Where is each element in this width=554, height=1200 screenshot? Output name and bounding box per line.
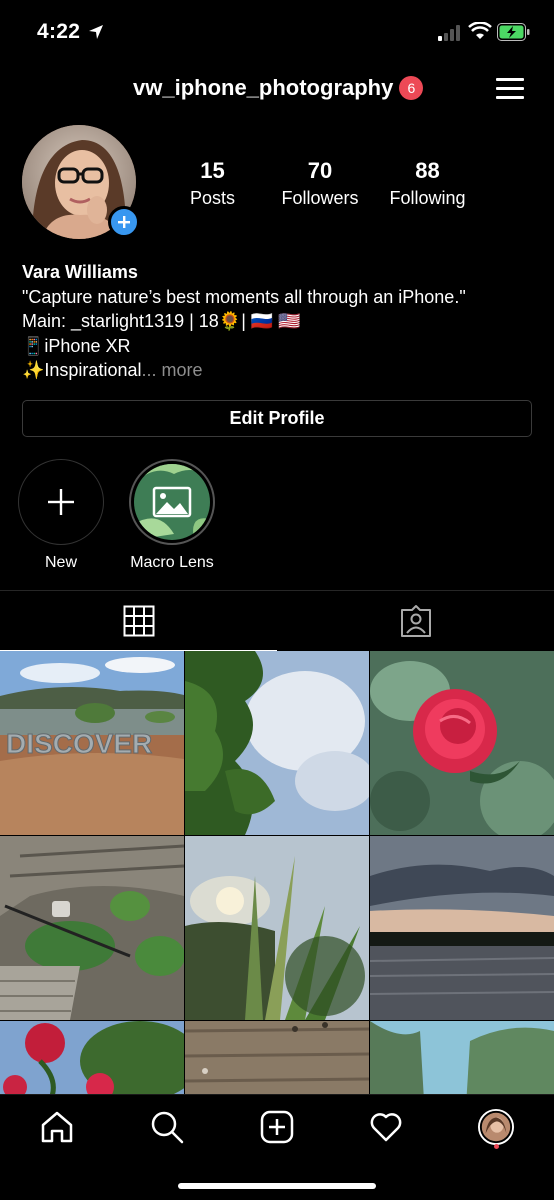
post-thumbnail[interactable]	[185, 1021, 369, 1094]
profile-bio: Vara Williams "Capture nature’s best mom…	[22, 260, 542, 383]
highlight-label: New	[44, 554, 77, 571]
profile-avatar[interactable]	[22, 125, 140, 241]
nav-home[interactable]	[39, 1109, 75, 1145]
bio-line: ✨Inspirational	[22, 360, 142, 380]
image-icon	[134, 464, 210, 540]
highlight-circle	[18, 459, 104, 545]
home-indicator	[178, 1183, 376, 1189]
tab-tagged[interactable]	[277, 591, 554, 651]
post-thumbnail[interactable]	[0, 1021, 184, 1094]
bio-more-link[interactable]: ... more	[141, 360, 202, 380]
post-thumbnail[interactable]	[370, 836, 554, 1020]
highlight-new[interactable]: New	[16, 459, 106, 572]
stat-value: 70	[307, 158, 333, 183]
bio-line: "Capture nature’s best moments all throu…	[22, 286, 466, 307]
tab-grid[interactable]	[0, 591, 277, 651]
post-photo-tree-tops	[370, 1021, 554, 1094]
bio-line: Main: _starlight1319 | 18🌻| 🇷🇺 🇺🇸	[22, 311, 301, 331]
profile-tabs	[0, 590, 554, 651]
grid-icon	[123, 605, 154, 637]
highlight-label: Macro Lens	[130, 554, 214, 571]
post-photo-lake-dusk	[370, 836, 554, 1020]
stat-followers[interactable]: 70 Followers	[265, 158, 375, 209]
nav-new-post[interactable]	[259, 1109, 295, 1145]
add-story-button[interactable]	[108, 206, 140, 238]
highlight-circle	[129, 459, 215, 545]
bio-line: 📱iPhone XR	[22, 335, 131, 356]
menu-icon[interactable]	[496, 76, 526, 102]
stat-value: 88	[415, 158, 440, 183]
stat-label: Followers	[281, 188, 359, 208]
display-name: Vara Williams	[22, 262, 138, 282]
status-time: 4:22	[37, 20, 81, 43]
post-photo-trees-sky	[185, 651, 369, 835]
posts-grid: DISCOVER	[0, 651, 554, 1094]
post-photo-red-rose	[370, 651, 554, 835]
profile-stats: 15 Posts 70 Followers 88 Following	[160, 158, 490, 209]
post-photo-wood-deck	[185, 1021, 369, 1094]
post-photo-beach-discover: DISCOVER	[0, 651, 184, 835]
notification-dot	[494, 1144, 499, 1149]
post-thumbnail[interactable]	[185, 836, 369, 1020]
nav-activity[interactable]	[368, 1109, 404, 1145]
post-thumbnail[interactable]	[185, 651, 369, 835]
profile-header: vw_iphone_photography 6	[0, 66, 554, 116]
search-icon	[151, 1111, 184, 1144]
avatar-icon	[478, 1109, 514, 1145]
tagged-person-icon	[400, 605, 431, 637]
stat-posts[interactable]: 15 Posts	[160, 158, 265, 209]
edit-profile-button[interactable]: Edit Profile	[22, 400, 532, 437]
location-arrow-icon	[89, 25, 103, 39]
plus-icon	[48, 489, 74, 515]
heart-icon	[370, 1113, 402, 1142]
cellular-signal-icon	[438, 25, 460, 41]
status-bar: 4:22	[0, 0, 554, 66]
post-photo-garden-stairs	[0, 836, 184, 1020]
account-switcher[interactable]: vw_iphone_photography 6	[133, 75, 424, 101]
post-thumbnail[interactable]: DISCOVER	[0, 651, 184, 835]
post-photo-red-flowers	[0, 1021, 184, 1094]
stat-label: Posts	[189, 188, 236, 208]
nav-profile[interactable]	[478, 1109, 514, 1145]
notification-badge: 6	[399, 76, 424, 100]
plus-icon	[118, 216, 130, 228]
stat-value: 15	[200, 158, 225, 183]
stat-following[interactable]: 88 Following	[375, 158, 480, 209]
post-thumbnail[interactable]	[370, 1021, 554, 1094]
post-thumbnail[interactable]	[370, 651, 554, 835]
wifi-icon	[468, 22, 492, 39]
username: vw_iphone_photography	[133, 75, 394, 100]
nav-search[interactable]	[149, 1109, 185, 1145]
post-photo-sunset-grass	[185, 836, 369, 1020]
plus-square-icon	[260, 1110, 294, 1144]
bio-line-last: ✨Inspirational... more	[22, 358, 542, 383]
post-overlay-text: DISCOVER	[6, 728, 152, 759]
post-thumbnail[interactable]	[0, 836, 184, 1020]
highlight-macro-lens[interactable]: Macro Lens	[126, 459, 218, 572]
stat-label: Following	[389, 188, 466, 208]
battery-charging-icon	[497, 23, 530, 41]
home-icon	[41, 1111, 73, 1143]
